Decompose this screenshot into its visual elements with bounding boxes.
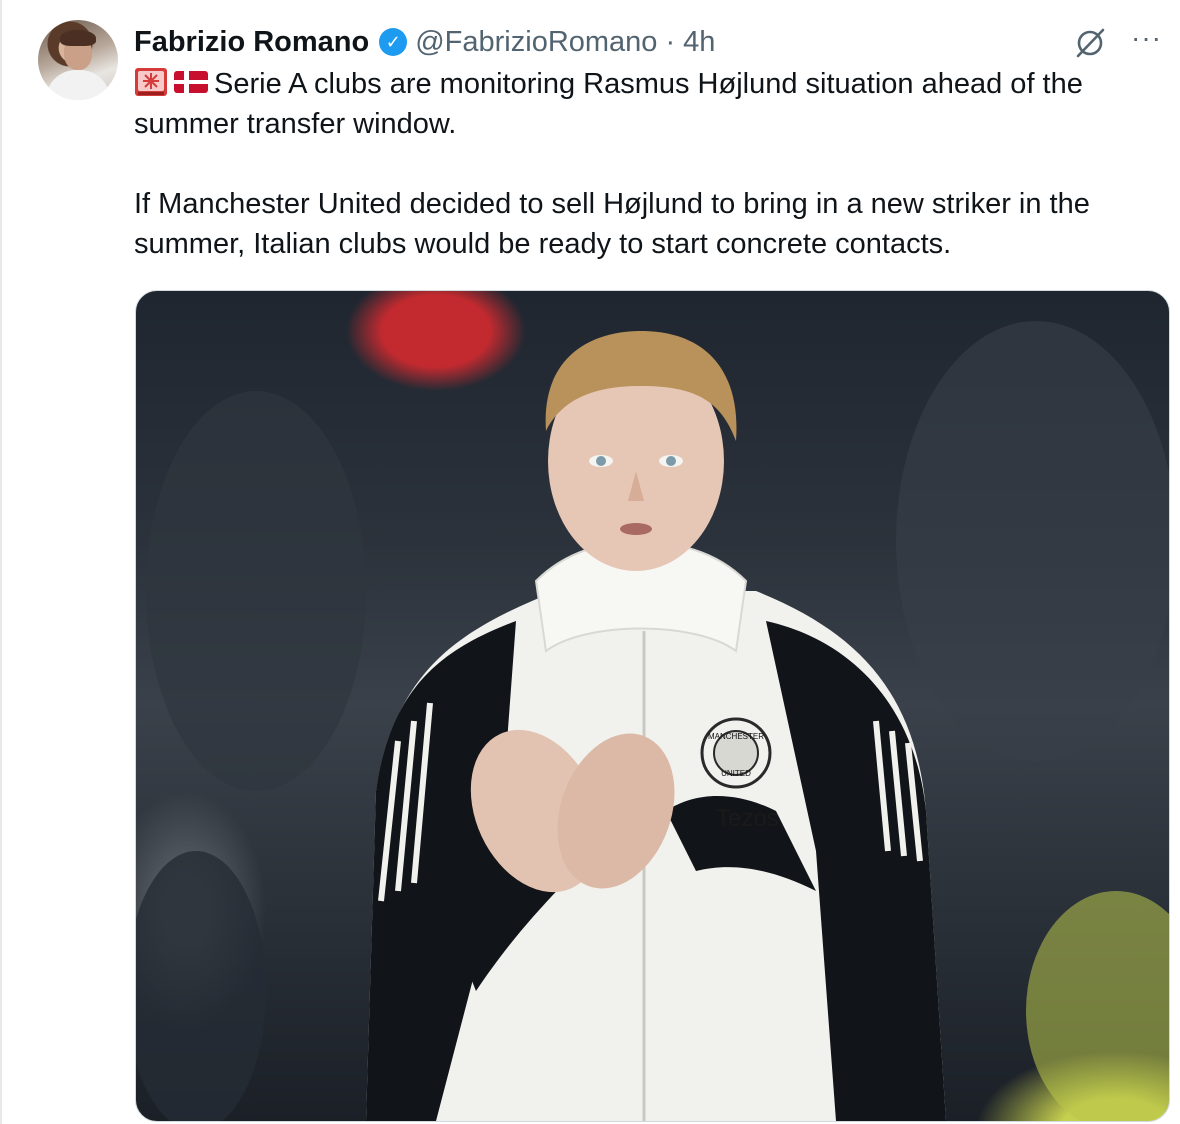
grok-icon[interactable] — [1073, 26, 1107, 60]
avatar-shirt — [46, 70, 110, 100]
author-avatar[interactable] — [38, 20, 118, 100]
author-handle[interactable]: @FabrizioRomano — [415, 26, 657, 59]
separator-dot: · — [665, 25, 676, 58]
tweet-paragraph-2: If Manchester United decided to sell Høj… — [134, 188, 1090, 260]
more-icon[interactable]: ··· — [1131, 24, 1162, 52]
rotating-light-icon — [135, 68, 167, 96]
verified-badge-icon: ✓ — [379, 28, 408, 56]
author-name[interactable]: Fabrizio Romano — [134, 26, 369, 59]
player-photo-illustration: MANCHESTER UNITED Tezos — [136, 321, 1169, 1121]
tweet-header: Fabrizio Romano ✓ @FabrizioRomano · 4h — [134, 22, 715, 62]
crest-bottom-text: UNITED — [721, 769, 751, 778]
tweet-timestamp[interactable]: 4h — [683, 26, 715, 59]
tweet-photo[interactable]: MANCHESTER UNITED Tezos — [135, 290, 1170, 1122]
tweet-paragraph-1-text: Serie A clubs are monitoring Rasmus Højl… — [134, 68, 1083, 140]
avatar-hair — [60, 30, 96, 46]
tweet-text: Serie A clubs are monitoring Rasmus Højl… — [134, 64, 1164, 264]
tweet-actions: ··· — [1073, 24, 1162, 60]
tweet-paragraph-1: Serie A clubs are monitoring Rasmus Højl… — [134, 64, 1164, 144]
denmark-flag-icon — [174, 71, 208, 93]
tweet-card[interactable]: Fabrizio Romano ✓ @FabrizioRomano · 4h ·… — [0, 0, 1180, 1124]
sponsor-text: Tezos — [716, 805, 779, 832]
crest-top-text: MANCHESTER — [708, 732, 764, 741]
